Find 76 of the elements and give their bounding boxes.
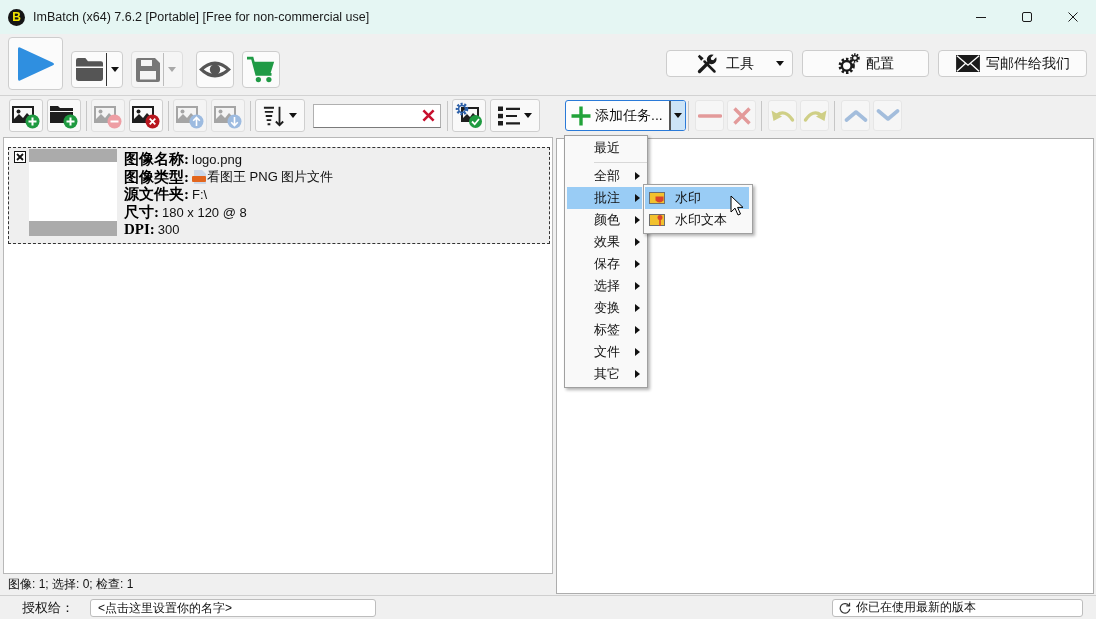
refresh-icon [839,601,851,614]
mail-button[interactable]: 写邮件给我们 [938,50,1087,77]
menu-item[interactable]: 全部 [567,165,642,187]
field-value: F:\ [192,187,208,203]
preview-button[interactable] [196,51,234,88]
menu-item[interactable]: 变换 [567,297,642,319]
update-status-text: 你已在使用最新的版本 [856,599,976,616]
field-label: 尺寸: [124,202,159,222]
file-icon [192,170,206,185]
checkbox[interactable] [14,151,26,163]
sort-button[interactable] [255,99,305,132]
maximize-icon [1022,12,1032,22]
run-button[interactable] [8,37,63,90]
folder-icon [76,58,103,81]
open-button[interactable] [71,51,123,88]
field-value: 300 [157,222,180,238]
settings-icon [837,52,860,75]
caret-icon [168,67,176,72]
caret-icon [524,113,532,118]
list-icon [498,105,520,126]
delete-icon [732,106,751,125]
menu-item[interactable]: 标签 [567,319,642,341]
plus-icon [571,105,591,126]
menu-item[interactable]: 保存 [567,253,642,275]
play-icon [16,45,55,82]
menu-item[interactable]: 选择 [567,275,642,297]
menu-item[interactable]: 水印 [645,187,749,209]
menu-item[interactable]: 文件 [567,341,642,363]
field-label: DPI: [124,221,155,239]
field-value: 看图王 PNG 图片文件 [207,168,334,187]
menu-item[interactable]: 效果 [567,231,642,253]
window-title: ImBatch (x64) 7.6.2 [Portable] [Free for non-commercial use] [33,10,370,24]
eye-icon [199,59,231,80]
field-label: 源文件夹: [124,185,189,204]
add-folder-button[interactable] [47,99,81,132]
field-value: logo.png [192,152,242,168]
field-label: 图像类型: [124,167,189,186]
add-task-button[interactable]: 添加任务... [565,100,686,131]
picture-stamp-icon [649,191,665,205]
mouse-pointer-icon [730,195,744,216]
minus-icon [697,112,722,119]
caret-icon [674,113,682,118]
clear-images-button[interactable] [129,99,163,132]
app-logo: B [8,8,25,26]
envelope-icon [955,55,980,72]
field-value: 180 x 120 @ 8 [162,204,247,220]
view-mode-button[interactable] [490,99,540,132]
close-icon [1068,12,1078,22]
menu-item[interactable]: 水印文本 [645,209,749,231]
status-text: 图像: 1; 选择: 0; 检查: 1 [7,576,135,593]
cart-button[interactable] [242,51,280,88]
menu-item[interactable]: 批注 [567,187,642,209]
image-list-item[interactable]: 图像名称: logo.png 图像类型: 看图王 PNG 图片文件 源文件夹: F:\ 尺寸: 180 x 120 @ 8 DPI: 300 [8,147,550,244]
sort-icon [263,104,285,127]
chevron-down-icon [875,109,900,122]
menu-item[interactable]: 最近 [567,137,642,159]
chevron-up-icon [843,109,868,122]
field-label: 图像名称: [124,150,189,169]
menu-item[interactable]: 颜色 [567,209,642,231]
check-settings-button[interactable] [452,99,486,132]
license-label: 授权给： [22,598,74,617]
picture-pin-icon [649,213,665,227]
clear-icon [422,109,435,122]
settings-button[interactable]: 配置 [802,50,929,77]
tools-icon [697,53,717,74]
search-field[interactable] [313,103,441,128]
caret-icon [289,113,297,118]
gear-check-icon [455,102,483,129]
tools-button[interactable]: 工具 [666,50,793,77]
cart-icon [247,56,275,83]
license-name-field[interactable]: <点击这里设置你的名字> [90,598,376,617]
caret-icon [776,61,784,66]
menu-item[interactable]: 其它 [567,363,642,385]
add-image-button[interactable] [9,99,43,132]
caret-icon [111,67,119,72]
save-icon [136,57,160,82]
